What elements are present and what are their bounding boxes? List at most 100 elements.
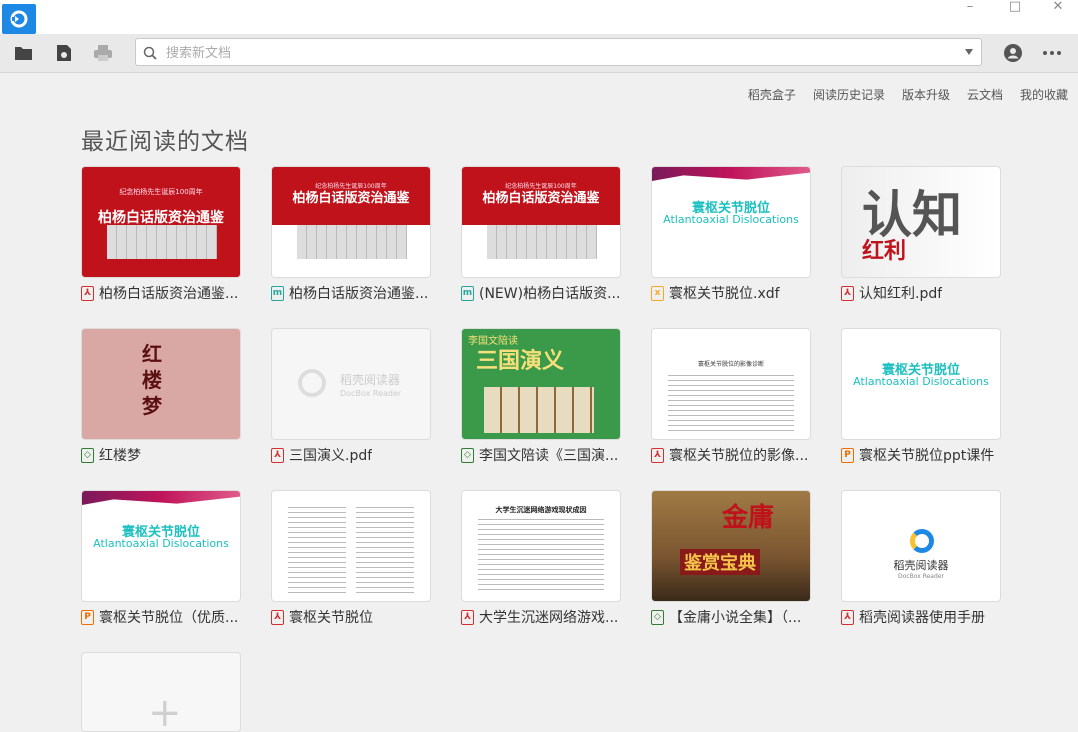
doc-card[interactable]: 纪念柏杨先生诞辰100周年 柏杨白话版资治通鉴 m (NEW)柏杨白话版资... — [461, 166, 621, 302]
doc-card[interactable]: 稻壳阅读器 DocBox Reader ⅄ 三国演义.pdf — [271, 328, 431, 464]
search-icon — [143, 45, 157, 64]
pdf-icon: ⅄ — [81, 285, 94, 301]
doc-thumbnail[interactable]: 稻壳阅读器 DocBox Reader — [271, 328, 431, 440]
cloud-doc-icon[interactable] — [52, 41, 76, 65]
pdf-icon: ⅄ — [271, 447, 284, 463]
pdf-icon: ⅄ — [651, 447, 664, 463]
thumb-subtitle: DocBox Reader — [898, 573, 944, 580]
mobi-icon: m — [271, 285, 284, 301]
link-version-upgrade[interactable]: 版本升级 — [902, 86, 950, 103]
doc-thumbnail[interactable]: 红楼梦 — [81, 328, 241, 440]
chevron-down-icon[interactable] — [965, 49, 973, 55]
more-options-icon[interactable] — [1040, 41, 1064, 65]
doc-name: 寰枢关节脱位ppt课件 — [859, 448, 995, 464]
doc-thumbnail[interactable]: 纪念柏杨先生诞辰100周年 柏杨白话版资治通鉴 — [81, 166, 241, 278]
doc-card[interactable]: 寰枢关节脱位 Atlantoaxial Dislocations x 寰枢关节脱位… — [651, 166, 811, 302]
pdf-icon: ⅄ — [271, 609, 284, 625]
thumb-title: 寰枢关节脱位的影像诊断 — [697, 361, 764, 368]
xdf-icon: x — [651, 285, 664, 301]
thumb-title: 柏杨白话版资治通鉴 — [98, 210, 224, 226]
doc-card[interactable]: 寰枢关节脱位的影像诊断 ⅄ 寰枢关节脱位的影像... — [651, 328, 811, 464]
mobi-icon: m — [461, 285, 474, 301]
doc-name: 认知红利.pdf — [859, 286, 943, 302]
link-cloud-docs[interactable]: 云文档 — [967, 86, 1003, 103]
plus-icon: + — [148, 690, 182, 732]
ppt-icon: P — [81, 609, 94, 625]
doc-thumbnail[interactable]: 纪念柏杨先生诞辰100周年 柏杨白话版资治通鉴 — [461, 166, 621, 278]
doc-thumbnail[interactable]: 纪念柏杨先生诞辰100周年 柏杨白话版资治通鉴 — [271, 166, 431, 278]
text-lines — [356, 507, 414, 593]
epub-icon: ◇ — [651, 609, 664, 625]
thumb-subtitle: 纪念柏杨先生诞辰100周年 — [119, 188, 203, 196]
docbox-logo-icon — [910, 529, 934, 553]
add-document-button[interactable]: + — [81, 652, 241, 732]
doc-thumbnail[interactable]: 寰枢关节脱位的影像诊断 — [651, 328, 811, 440]
add-document-tile[interactable]: + — [81, 652, 241, 732]
doc-card[interactable]: 寰枢关节脱位 Atlantoaxial Dislocations P 寰枢关节脱位… — [841, 328, 1001, 464]
doc-card[interactable]: 金庸 鉴赏宝典 ◇ 【金庸小说全集】（... — [651, 490, 811, 626]
doc-name: 红楼梦 — [99, 448, 141, 464]
wave-banner — [652, 167, 810, 181]
link-favorites[interactable]: 我的收藏 — [1020, 86, 1068, 103]
doc-card[interactable]: 纪念柏杨先生诞辰100周年 柏杨白话版资治通鉴 ⅄ 柏杨白话版资治通鉴... — [81, 166, 241, 302]
doc-card[interactable]: 认知 红利 ⅄ 认知红利.pdf — [841, 166, 1001, 302]
section-title: 最近阅读的文档 — [81, 129, 249, 155]
doc-thumbnail[interactable] — [271, 490, 431, 602]
epub-icon: ◇ — [81, 447, 94, 463]
doc-name: 寰枢关节脱位的影像... — [669, 448, 809, 464]
toolbar — [0, 34, 1078, 73]
doc-thumbnail[interactable]: 寰枢关节脱位 Atlantoaxial Dislocations — [841, 328, 1001, 440]
doc-name: (NEW)柏杨白话版资... — [479, 286, 621, 302]
minimize-icon[interactable]: – — [950, 0, 990, 20]
thumb-title: 柏杨白话版资治通鉴 — [292, 191, 410, 206]
thumb-subtitle: Atlantoaxial Dislocations — [93, 537, 229, 550]
doc-thumbnail[interactable]: 寰枢关节脱位 Atlantoaxial Dislocations — [81, 490, 241, 602]
doc-card[interactable]: 稻壳阅读器 DocBox Reader ⅄ 稻壳阅读器使用手册 — [841, 490, 1001, 626]
thumb-title: 红楼梦 — [142, 342, 162, 418]
doc-thumbnail[interactable]: 大学生沉迷网络游戏现状成因 — [461, 490, 621, 602]
doc-card[interactable]: 纪念柏杨先生诞辰100周年 柏杨白话版资治通鉴 m 柏杨白话版资治通鉴... — [271, 166, 431, 302]
close-icon[interactable]: ✕ — [1038, 0, 1078, 20]
doc-name: 三国演义.pdf — [289, 448, 373, 464]
doc-card[interactable]: 大学生沉迷网络游戏现状成因 ⅄ 大学生沉迷网络游戏... — [461, 490, 621, 626]
link-reading-history[interactable]: 阅读历史记录 — [813, 86, 885, 103]
books-illustration — [297, 225, 407, 259]
text-lines — [668, 375, 794, 431]
ppt-icon: P — [841, 447, 854, 463]
doc-thumbnail[interactable]: 认知 红利 — [841, 166, 1001, 278]
doc-name: 大学生沉迷网络游戏... — [479, 610, 619, 626]
text-lines — [288, 507, 346, 593]
doc-card[interactable]: 李国文陪读 三国演义 ◇ 李国文陪读《三国演... — [461, 328, 621, 464]
title-bar: – □ ✕ — [0, 0, 1078, 34]
app-logo-icon[interactable] — [2, 4, 36, 34]
user-avatar-icon[interactable] — [1001, 41, 1025, 65]
pdf-icon: ⅄ — [461, 609, 474, 625]
doc-thumbnail[interactable]: 寰枢关节脱位 Atlantoaxial Dislocations — [651, 166, 811, 278]
thumb-title: 鉴赏宝典 — [680, 549, 760, 575]
doc-thumbnail[interactable]: 李国文陪读 三国演义 — [461, 328, 621, 440]
doc-name: 稻壳阅读器使用手册 — [859, 610, 985, 626]
doc-name: 寰枢关节脱位 — [289, 610, 373, 626]
books-illustration — [107, 225, 217, 259]
search-input[interactable] — [164, 42, 948, 64]
pdf-icon: ⅄ — [841, 609, 854, 625]
thumb-subtitle: DocBox Reader — [340, 389, 402, 398]
thumb-subtitle: 金庸 — [722, 503, 775, 533]
doc-name: 李国文陪读《三国演... — [479, 448, 619, 464]
print-icon[interactable] — [91, 41, 115, 65]
pdf-icon: ⅄ — [841, 285, 854, 301]
doc-thumbnail[interactable]: 金庸 鉴赏宝典 — [651, 490, 811, 602]
link-docer-box[interactable]: 稻壳盒子 — [748, 86, 796, 103]
docbox-logo-icon — [298, 369, 326, 397]
doc-card[interactable]: 红楼梦 ◇ 红楼梦 — [81, 328, 241, 464]
doc-card[interactable]: 寰枢关节脱位 Atlantoaxial Dislocations P 寰枢关节脱位… — [81, 490, 241, 626]
doc-name: 寰枢关节脱位.xdf — [669, 286, 780, 302]
open-folder-icon[interactable] — [12, 41, 36, 65]
thumb-title: 稻壳阅读器 — [340, 373, 401, 387]
doc-card[interactable]: ⅄ 寰枢关节脱位 — [271, 490, 431, 626]
doc-thumbnail[interactable]: 稻壳阅读器 DocBox Reader — [841, 490, 1001, 602]
books-illustration — [487, 225, 597, 259]
maximize-icon[interactable]: □ — [995, 0, 1035, 20]
search-box[interactable] — [135, 38, 982, 66]
wave-banner — [82, 491, 240, 505]
